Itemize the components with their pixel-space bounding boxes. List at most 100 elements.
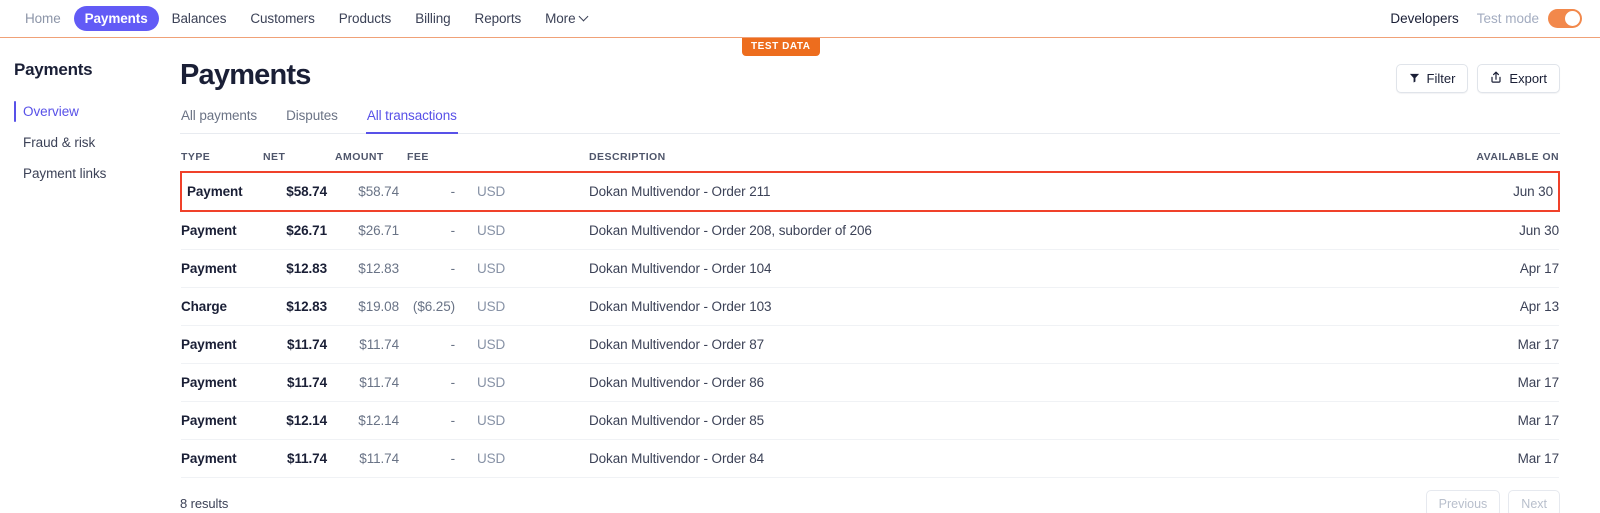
- developers-link[interactable]: Developers: [1390, 11, 1458, 26]
- cell-available-on: Mar 17: [1439, 325, 1559, 364]
- cell-available-on: Mar 17: [1439, 401, 1559, 440]
- share-export-icon: [1490, 71, 1502, 86]
- tab-all-payments[interactable]: All payments: [180, 108, 258, 134]
- cell-available-on: Mar 17: [1439, 363, 1559, 402]
- nav-item-label: More: [545, 11, 576, 26]
- sidebar-title: Payments: [14, 60, 93, 79]
- top-nav-items: Home Payments Balances Customers Products Bil…: [14, 6, 598, 31]
- table-row[interactable]: Payment $12.83 $12.83- USD Dokan Multivendor…: [181, 249, 1559, 288]
- table-body: Payment $58.74 $58.74- USD Dokan Multivendor…: [180, 171, 1560, 478]
- sidebar-item-overview[interactable]: Overview: [14, 99, 180, 124]
- cell-currency: USD: [477, 363, 589, 402]
- nav-item-label: Customers: [250, 11, 315, 26]
- column-header-amount[interactable]: AMOUNT: [335, 134, 407, 173]
- cell-fee: ($6.25): [407, 287, 477, 326]
- cell-amount: $26.71: [335, 211, 407, 250]
- cell-net: $12.83: [263, 249, 335, 288]
- tab-all-transactions[interactable]: All transactions: [365, 108, 458, 134]
- cell-currency: USD: [477, 249, 589, 288]
- next-page-button[interactable]: Next: [1508, 490, 1560, 513]
- column-header-available-on[interactable]: AVAILABLE ON: [1439, 134, 1559, 173]
- tab-label: All transactions: [366, 108, 457, 123]
- tab-bar: All payments Disputes All transactions: [180, 108, 1560, 134]
- cell-currency: USD: [477, 325, 589, 364]
- cell-net: $12.83: [263, 287, 335, 326]
- sidebar-item-label: Overview: [23, 104, 79, 119]
- main-content: Payments Filter Export All payments Disp…: [180, 60, 1600, 513]
- cell-type: Payment: [181, 249, 263, 288]
- cell-description: Dokan Multivendor - Order 103: [589, 287, 1439, 326]
- page-title: Payments: [180, 59, 311, 91]
- cell-net: $26.71: [263, 211, 335, 250]
- table-head: TYPE NET AMOUNT FEE DESCRIPTION AVAILABL…: [181, 134, 1559, 173]
- table-row[interactable]: Payment $58.74 $58.74- USD Dokan Multivendor…: [180, 171, 1560, 212]
- cell-currency: USD: [477, 439, 589, 478]
- table-row[interactable]: Payment $26.71 $26.71- USD Dokan Multivendor…: [181, 211, 1559, 250]
- tab-disputes[interactable]: Disputes: [285, 108, 339, 134]
- cell-net: $11.74: [263, 363, 335, 402]
- cell-type: Payment: [181, 363, 263, 402]
- top-navigation-bar: Home Payments Balances Customers Products Bil…: [0, 0, 1600, 38]
- table-row[interactable]: Charge $12.83 $19.08 ($6.25) USD Dokan Multiv…: [181, 287, 1559, 326]
- test-mode-toggle[interactable]: [1548, 9, 1582, 28]
- column-header-fee[interactable]: FEE: [407, 134, 477, 173]
- cell-available-on: Mar 17: [1439, 439, 1559, 478]
- export-button-label: Export: [1509, 71, 1547, 86]
- cell-amount: $11.74: [335, 439, 407, 478]
- cell-fee: -: [407, 325, 477, 364]
- nav-item-home[interactable]: Home: [14, 6, 72, 31]
- cell-description: Dokan Multivendor - Order 84: [589, 439, 1439, 478]
- cell-currency: USD: [477, 211, 589, 250]
- nav-item-customers[interactable]: Customers: [239, 6, 325, 31]
- cell-net: $11.74: [263, 325, 335, 364]
- table-row[interactable]: Payment $11.74 $11.74- USD Dokan Multivendor…: [181, 363, 1559, 402]
- nav-item-products[interactable]: Products: [328, 6, 402, 31]
- cell-amount: $12.83: [335, 249, 407, 288]
- filter-button-label: Filter: [1426, 71, 1456, 86]
- column-header-net[interactable]: NET: [263, 134, 335, 173]
- cell-type: Payment: [181, 211, 263, 250]
- cell-fee: -: [407, 401, 477, 440]
- table-header-row: TYPE NET AMOUNT FEE DESCRIPTION AVAILABL…: [181, 134, 1559, 173]
- cell-description: Dokan Multivendor - Order 86: [589, 363, 1439, 402]
- sidebar-item-label: Payment links: [23, 166, 107, 181]
- toggle-knob: [1565, 11, 1580, 26]
- nav-item-balances[interactable]: Balances: [161, 6, 238, 31]
- tab-label: All payments: [181, 108, 258, 123]
- nav-item-billing[interactable]: Billing: [404, 6, 461, 31]
- cell-type: Payment: [181, 401, 263, 440]
- filter-button[interactable]: Filter: [1395, 64, 1469, 93]
- nav-item-payments[interactable]: Payments: [73, 6, 159, 31]
- cell-amount: $19.08: [335, 287, 407, 326]
- cell-currency: USD: [477, 287, 589, 326]
- cell-fee: -: [407, 249, 477, 288]
- tab-label: Disputes: [286, 108, 338, 123]
- cell-amount: $12.14: [335, 401, 407, 440]
- nav-item-more[interactable]: More: [534, 6, 598, 31]
- sidebar-item-payment-links[interactable]: Payment links: [14, 161, 180, 186]
- nav-item-reports[interactable]: Reports: [464, 6, 533, 31]
- cell-description: Dokan Multivendor - Order 208, suborder …: [589, 211, 1439, 250]
- column-header-currency: [477, 134, 589, 173]
- cell-available-on: Jun 30: [1439, 171, 1560, 212]
- cell-currency: USD: [477, 171, 589, 212]
- cell-description: Dokan Multivendor - Order 211: [589, 171, 1439, 212]
- nav-item-label: Payments: [84, 11, 148, 26]
- table-row[interactable]: Payment $11.74 $11.74- USD Dokan Multivendor…: [181, 439, 1559, 478]
- cell-fee: -: [407, 171, 477, 212]
- export-button[interactable]: Export: [1477, 64, 1560, 93]
- cell-description: Dokan Multivendor - Order 87: [589, 325, 1439, 364]
- sidebar-item-fraud-risk[interactable]: Fraud & risk: [14, 130, 180, 155]
- sidebar-item-label: Fraud & risk: [23, 135, 96, 150]
- table-row[interactable]: Payment $11.74 $11.74- USD Dokan Multivendor…: [181, 325, 1559, 364]
- test-mode-control[interactable]: Test mode: [1477, 9, 1582, 28]
- nav-item-label: Billing: [415, 11, 451, 26]
- column-header-type[interactable]: TYPE: [181, 134, 263, 173]
- table-row[interactable]: Payment $12.14 $12.14- USD Dokan Multivendor…: [181, 401, 1559, 440]
- test-data-badge: TEST DATA: [742, 38, 820, 56]
- nav-item-label: Home: [25, 11, 61, 26]
- table-footer: 8 results Previous Next: [180, 478, 1560, 513]
- previous-page-button[interactable]: Previous: [1425, 490, 1501, 513]
- cell-net: $11.74: [263, 439, 335, 478]
- column-header-description[interactable]: DESCRIPTION: [589, 134, 1439, 173]
